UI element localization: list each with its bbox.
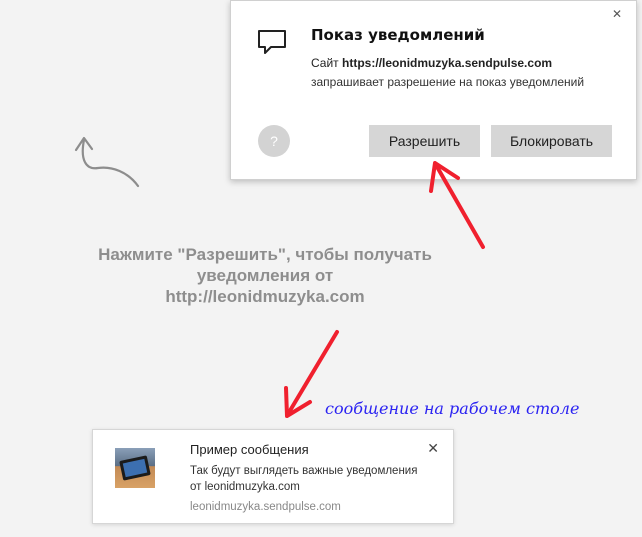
popup-title: Показ уведомлений [311,26,485,44]
block-button[interactable]: Блокировать [491,125,612,157]
instruction-text: Нажмите "Разрешить", чтобы получать увед… [60,244,470,307]
popup-close-icon[interactable]: ✕ [612,7,622,21]
allow-button[interactable]: Разрешить [369,125,480,157]
notification-body: Так будут выглядеть важные уведомления о… [190,465,418,493]
popup-request-text: запрашивает разрешение на показ уведомле… [311,75,585,89]
tablet-thumbnail-icon [115,448,155,488]
instruction-line-1: Нажмите "Разрешить", чтобы получать [98,245,432,264]
notification-domain: leonidmuzyka.sendpulse.com [190,501,341,513]
site-url: https://leonidmuzyka.sendpulse.com [342,56,553,70]
desktop-notification[interactable]: Пример сообщения Так будут выглядеть важ… [92,429,454,524]
instruction-line-2: уведомления от [196,266,334,285]
help-icon[interactable]: ? [258,125,290,157]
instruction-line-3: http://leonidmuzyka.com [165,287,365,306]
popup-site-line: Сайт https://leonidmuzyka.sendpulse.com [311,56,552,70]
desktop-message-label: сообщение на рабочем столе [325,399,580,418]
notification-title: Пример сообщения [190,442,309,457]
site-prefix: Сайт [311,56,339,70]
notification-permission-popup: Показ уведомлений Сайт https://leonidmuz… [230,0,637,180]
message-icon [258,30,286,54]
notification-close-icon[interactable]: ✕ [427,440,439,457]
